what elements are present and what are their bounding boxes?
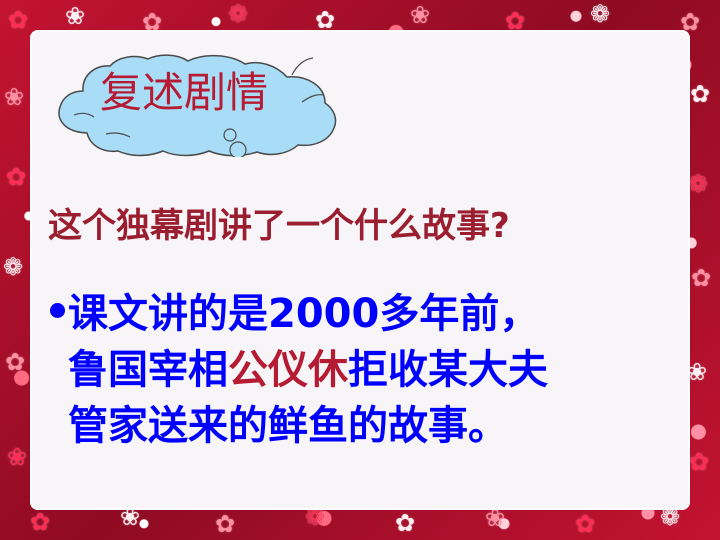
- flower-icon: ✿: [8, 6, 29, 34]
- flower-icon: ❁: [590, 0, 611, 28]
- flower-icon: ❁: [688, 170, 709, 198]
- answer-block: 课文讲的是2000多年前， 鲁国宰相公仪休拒收某大夫 管家送来的鲜鱼的故事。: [50, 286, 680, 454]
- flower-icon: ✿: [691, 264, 712, 292]
- flower-icon: ✿: [575, 510, 596, 538]
- slide-title: 复述剧情: [100, 68, 269, 117]
- flower-icon: ❀: [65, 2, 86, 30]
- answer-line-2-prefix: 鲁国宰相: [68, 347, 228, 393]
- flower-icon: ❁: [228, 0, 249, 28]
- flower-icon: ❀: [687, 358, 708, 386]
- question-text: 这个独幕剧讲了一个什么故事?: [48, 206, 510, 246]
- answer-line-2: 鲁国宰相公仪休拒收某大夫: [68, 342, 680, 398]
- flower-icon: ❀: [7, 443, 28, 471]
- flower-icon: ✿: [30, 508, 51, 536]
- flower-icon: ✿: [689, 448, 710, 476]
- flower-icon: ✿: [315, 6, 336, 34]
- answer-line-2-highlight: 公仪休: [228, 347, 348, 393]
- flower-icon: ✿: [395, 509, 416, 537]
- flower-icon: ❀: [410, 1, 431, 29]
- bullet-dot-icon: [50, 303, 65, 318]
- flower-icon: ❀: [4, 83, 25, 111]
- flower-icon: ✿: [6, 163, 27, 191]
- answer-line-1: 课文讲的是2000多年前，: [68, 291, 540, 337]
- flower-icon: ✿: [690, 80, 711, 108]
- flower-icon: ❁: [3, 253, 24, 281]
- flower-icon: ✿: [5, 348, 26, 376]
- flower-icon: ✿: [215, 510, 236, 538]
- answer-line-3: 管家送来的鲜鱼的故事。: [68, 403, 508, 449]
- answer-line-2-suffix: 拒收某大夫: [348, 347, 548, 393]
